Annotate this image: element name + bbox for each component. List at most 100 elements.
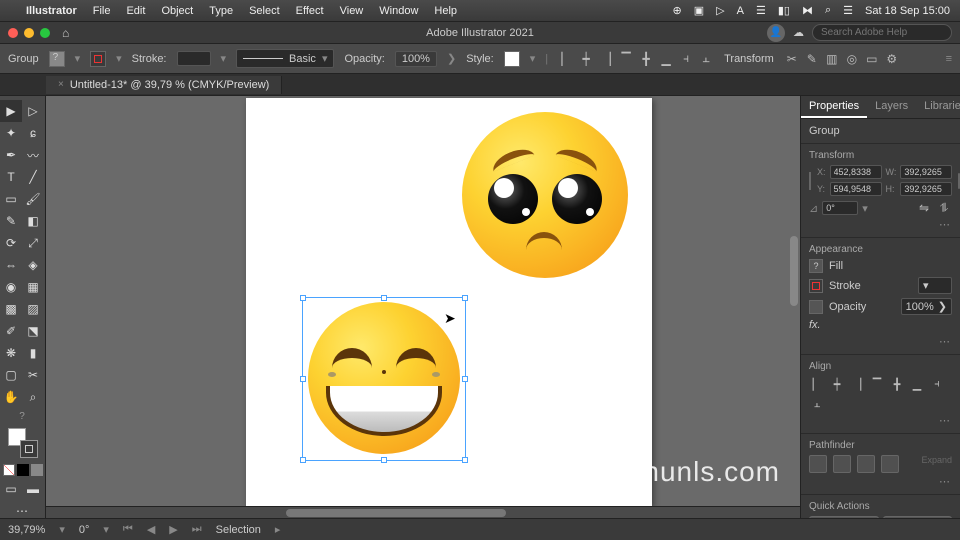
- section-options-icon[interactable]: ⋯: [809, 335, 952, 348]
- screenrec-icon[interactable]: ▣: [694, 4, 704, 17]
- ungroup-button[interactable]: Ungroup: [809, 516, 879, 518]
- menubar-app[interactable]: Illustrator: [26, 5, 77, 17]
- transform-x-input[interactable]: [830, 165, 882, 179]
- canvas[interactable]: ➤ www.hunls.com: [46, 96, 800, 518]
- rectangle-tool[interactable]: ▭: [0, 188, 22, 210]
- align-left-icon[interactable]: ▏: [809, 376, 825, 392]
- color-gradient-icon[interactable]: [31, 464, 43, 476]
- zoom-tool[interactable]: ⌕: [22, 386, 44, 408]
- recolor-icon[interactable]: ◎: [844, 51, 860, 67]
- transform-h-input[interactable]: [900, 182, 952, 196]
- flip-v-icon[interactable]: ⥮: [936, 200, 952, 216]
- tab-layers[interactable]: Layers: [867, 96, 916, 118]
- distribute-v-icon[interactable]: ⫠: [698, 51, 714, 67]
- transform-label[interactable]: Transform: [724, 53, 774, 65]
- shape-builder-tool[interactable]: ◉: [0, 276, 22, 298]
- fill-swatch[interactable]: ?: [49, 51, 65, 67]
- settings-icon[interactable]: ⚙: [884, 51, 900, 67]
- mesh-tool[interactable]: ▩: [0, 298, 22, 320]
- slice-tool[interactable]: ✂: [22, 364, 44, 386]
- fill-stroke-indicator[interactable]: [8, 428, 38, 458]
- menu-edit[interactable]: Edit: [126, 5, 145, 17]
- rotate-tool[interactable]: ⟳: [0, 232, 22, 254]
- reference-point-picker[interactable]: [809, 172, 811, 190]
- shaper-tool[interactable]: ✎: [0, 210, 22, 232]
- close-window-button[interactable]: [8, 28, 18, 38]
- minimize-window-button[interactable]: [24, 28, 34, 38]
- align-vcenter-icon[interactable]: ╋: [638, 51, 654, 67]
- align-bottom-icon[interactable]: ▁: [909, 376, 925, 392]
- spotlight-icon[interactable]: ⌕: [825, 4, 831, 17]
- tab-close-icon[interactable]: ×: [58, 79, 64, 90]
- stroke-color-swatch[interactable]: [809, 279, 823, 293]
- rotate-view[interactable]: 0°: [79, 524, 90, 536]
- eraser-tool[interactable]: ◧: [22, 210, 44, 232]
- selection-bounding-box[interactable]: [302, 297, 466, 461]
- eyedropper-tool[interactable]: ✐: [0, 320, 22, 342]
- brush-definition-select[interactable]: Basic ▾: [236, 49, 334, 68]
- align-top-icon[interactable]: ▔: [869, 376, 885, 392]
- panel-menu-icon[interactable]: ≡: [946, 53, 952, 65]
- free-transform-tool[interactable]: ◈: [22, 254, 44, 276]
- align-right-icon[interactable]: ▕: [598, 51, 614, 67]
- align-left-icon[interactable]: ▏: [558, 51, 574, 67]
- menu-type[interactable]: Type: [209, 5, 233, 17]
- menu-window[interactable]: Window: [379, 5, 418, 17]
- status-icon[interactable]: ⊕: [673, 4, 682, 17]
- menu-object[interactable]: Object: [161, 5, 193, 17]
- align-vcenter-icon[interactable]: ╋: [889, 376, 905, 392]
- document-tab[interactable]: × Untitled-13* @ 39,79 % (CMYK/Preview): [46, 76, 282, 94]
- menu-select[interactable]: Select: [249, 5, 280, 17]
- edit-icon[interactable]: ✎: [804, 51, 820, 67]
- bluetooth-icon[interactable]: ☰: [756, 4, 766, 17]
- style-swatch[interactable]: [504, 51, 520, 67]
- align-hcenter-icon[interactable]: ┿: [578, 51, 594, 67]
- edit-toolbar-icon[interactable]: ⋯: [0, 500, 44, 522]
- opacity-input[interactable]: 100%: [395, 51, 437, 67]
- direct-selection-tool[interactable]: ▷: [22, 100, 44, 122]
- horizontal-scrollbar-thumb[interactable]: [286, 509, 506, 517]
- horizontal-scrollbar[interactable]: [46, 506, 800, 518]
- menu-effect[interactable]: Effect: [296, 5, 324, 17]
- align-artboard-icon[interactable]: ▭: [864, 51, 880, 67]
- chevron-right-icon[interactable]: ❯: [447, 52, 456, 65]
- vertical-scrollbar-thumb[interactable]: [790, 236, 798, 306]
- curvature-tool[interactable]: 〰: [22, 144, 44, 166]
- section-options-icon[interactable]: ⋯: [809, 475, 952, 488]
- distribute-v-icon[interactable]: ⫠: [809, 396, 825, 412]
- color-solid-icon[interactable]: [17, 464, 29, 476]
- pathfinder-exclude-icon[interactable]: [881, 455, 899, 473]
- align-bottom-icon[interactable]: ▁: [658, 51, 674, 67]
- artboard-nav-first-icon[interactable]: ⏮: [123, 523, 133, 536]
- dropdown-icon[interactable]: ▾: [116, 52, 122, 65]
- stroke-color-box[interactable]: [20, 440, 38, 458]
- width-tool[interactable]: ⇔: [0, 254, 22, 276]
- opacity-input2[interactable]: 100%❯: [901, 298, 952, 315]
- align-hcenter-icon[interactable]: ┿: [829, 376, 845, 392]
- fx-label[interactable]: fx.: [809, 319, 821, 331]
- sync-icon[interactable]: ☁: [793, 26, 804, 39]
- transform-y-input[interactable]: [830, 182, 882, 196]
- blend-tool[interactable]: ⬔: [22, 320, 44, 342]
- lasso-tool[interactable]: ɕ: [22, 122, 44, 144]
- zoom-level[interactable]: 39,79%: [8, 524, 45, 536]
- status-menu-icon[interactable]: ▸: [275, 523, 281, 536]
- play-icon[interactable]: ▷: [716, 4, 724, 17]
- isolate-icon[interactable]: ✂: [784, 51, 800, 67]
- hand-tool[interactable]: ✋: [0, 386, 22, 408]
- transform-w-input[interactable]: [900, 165, 952, 179]
- gradient-tool[interactable]: ▨: [22, 298, 44, 320]
- fill-color-swatch[interactable]: ?: [809, 259, 823, 273]
- align-top-icon[interactable]: ▔: [618, 51, 634, 67]
- distribute-h-icon[interactable]: ⫞: [929, 376, 945, 392]
- menu-view[interactable]: View: [340, 5, 364, 17]
- distribute-h-icon[interactable]: ⫞: [678, 51, 694, 67]
- stroke-weight-input[interactable]: ▾: [918, 277, 952, 294]
- artboard-nav-last-icon[interactable]: ⏭: [192, 523, 202, 536]
- flip-h-icon[interactable]: ⇋: [916, 200, 932, 216]
- stroke-swatch[interactable]: [90, 51, 106, 67]
- selection-tool[interactable]: ▶: [0, 100, 22, 122]
- type-tool[interactable]: T: [0, 166, 22, 188]
- tab-properties[interactable]: Properties: [801, 96, 867, 118]
- menu-help[interactable]: Help: [434, 5, 457, 17]
